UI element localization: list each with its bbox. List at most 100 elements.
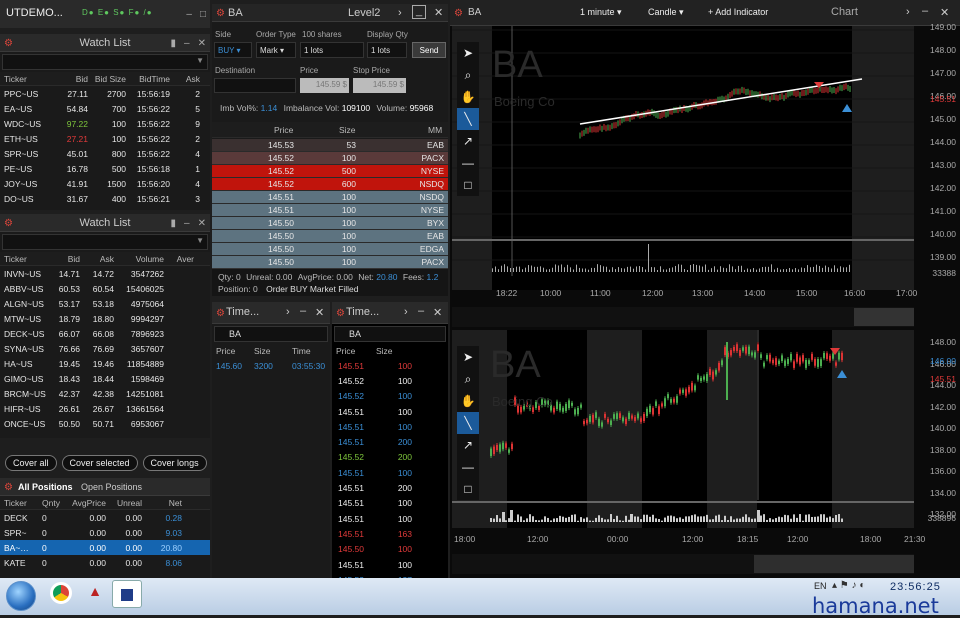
- watchlist-row[interactable]: PPC~US 27.11 2700 15:56:19 2: [0, 86, 210, 101]
- tray-icons[interactable]: ▴ ⚑ ♪ ◐: [832, 580, 865, 591]
- close-icon[interactable]: ✕: [434, 6, 443, 19]
- col-header[interactable]: Volume: [114, 254, 164, 264]
- pan-hand-icon[interactable]: ✋: [457, 390, 479, 412]
- windows-orb-icon[interactable]: [6, 581, 36, 611]
- lots-input[interactable]: 1 lots: [300, 42, 364, 58]
- gear-icon[interactable]: ⚙: [4, 214, 13, 232]
- rectangle-icon[interactable]: □: [457, 174, 479, 196]
- taskbar-trader-icon[interactable]: [112, 580, 142, 608]
- cursor-icon[interactable]: ➤: [457, 346, 479, 368]
- col-header[interactable]: Aver: [164, 254, 194, 264]
- minimize-icon[interactable]: _: [412, 5, 426, 19]
- language-indicator[interactable]: EN: [814, 581, 827, 591]
- col-header[interactable]: Bid: [44, 74, 88, 84]
- level2-row[interactable]: 145.51 100 NSDQ: [212, 191, 448, 204]
- link-icon[interactable]: ▮: [171, 218, 177, 229]
- ts-row[interactable]: 145.52 100: [332, 373, 448, 388]
- level2-row[interactable]: 145.52 100 PACX: [212, 152, 448, 165]
- ts-row[interactable]: 145.51 163: [332, 526, 448, 541]
- taskbar-chrome-icon[interactable]: [50, 582, 72, 604]
- ts-row[interactable]: 145.51 100: [332, 419, 448, 434]
- ts-row[interactable]: 145.50 100: [332, 542, 448, 557]
- ts-row[interactable]: 145.51 200: [332, 434, 448, 449]
- side-select[interactable]: BUY ▾: [214, 42, 252, 58]
- taskbar-app-icon[interactable]: ▲: [86, 583, 104, 601]
- watchlist-row[interactable]: ABBV~US 60.53 60.54 15406025: [0, 281, 210, 296]
- chart-expand-icon[interactable]: ›: [906, 6, 910, 18]
- level2-row[interactable]: 145.53 53 EAB: [212, 139, 448, 152]
- ts-row[interactable]: 145.51 200: [332, 480, 448, 495]
- navigator-handle[interactable]: [754, 555, 914, 573]
- ts-row[interactable]: 145.52 100: [332, 389, 448, 404]
- gear-icon[interactable]: ⚙: [4, 34, 13, 52]
- minimize-icon[interactable]: –: [922, 5, 928, 17]
- maximize-icon[interactable]: □: [200, 9, 206, 20]
- col-header[interactable]: Net: [142, 498, 182, 508]
- watchlist-row[interactable]: GIMO~US 18.43 18.44 1598469: [0, 371, 210, 386]
- watchlist-row[interactable]: DO~US 31.67 400 15:56:21 3: [0, 191, 210, 206]
- watchlist-row[interactable]: WDC~US 97.22 100 15:56:22 9: [0, 116, 210, 131]
- cover-selected-button[interactable]: Cover selected: [61, 455, 138, 471]
- watchlist-row[interactable]: SPR~US 45.01 800 15:56:22 4: [0, 146, 210, 161]
- price-input[interactable]: 145.59 $: [300, 78, 349, 93]
- col-header[interactable]: Qnty: [38, 498, 64, 508]
- chart-type[interactable]: Candle ▾: [648, 7, 684, 18]
- add-indicator-button[interactable]: + Add Indicator: [708, 7, 768, 17]
- clock[interactable]: 23:56:25: [890, 581, 941, 593]
- gear-icon[interactable]: ⚙: [216, 4, 225, 22]
- col-header[interactable]: Bid Size: [88, 74, 126, 84]
- minimize-icon[interactable]: –: [418, 305, 424, 317]
- zoom-icon[interactable]: ⌕: [457, 64, 479, 86]
- watchlist-row[interactable]: HIFR~US 26.61 26.67 13661564: [0, 401, 210, 416]
- col-header[interactable]: Size: [250, 346, 288, 356]
- watchlist-row[interactable]: BRCM~US 42.37 42.38 14251081: [0, 386, 210, 401]
- watchlist-row[interactable]: ONCE~US 50.50 50.71 6953067: [0, 416, 210, 431]
- hline-icon[interactable]: —: [457, 456, 479, 478]
- symbol-input[interactable]: ▼: [2, 54, 208, 70]
- position-row[interactable]: DECK 0 0.00 0.00 0.28: [0, 510, 210, 525]
- chart-symbol[interactable]: BA: [468, 7, 481, 18]
- trendline-icon[interactable]: ╲: [457, 412, 479, 434]
- ts-row[interactable]: 145.51 100: [332, 557, 448, 572]
- arrow-icon[interactable]: ↗: [457, 130, 479, 152]
- tab-open-positions[interactable]: Open Positions: [81, 482, 142, 492]
- send-button[interactable]: Send: [412, 42, 446, 58]
- ts-row[interactable]: 145.51 100: [332, 358, 448, 373]
- gear-icon[interactable]: ⚙: [4, 478, 13, 496]
- watchlist-row[interactable]: ALGN~US 53.17 53.18 4975064: [0, 296, 210, 311]
- col-header[interactable]: BidTime: [126, 74, 170, 84]
- level2-expand-icon[interactable]: ›: [398, 7, 402, 19]
- level2-symbol[interactable]: BA: [228, 7, 243, 19]
- watchlist-row[interactable]: EA~US 54.84 700 15:56:22 5: [0, 101, 210, 116]
- bottom-chart[interactable]: BA Boeing Co: [452, 330, 914, 528]
- watchlist-row[interactable]: JOY~US 41.91 1500 15:56:20 4: [0, 176, 210, 191]
- symbol-input[interactable]: ▼: [2, 234, 208, 250]
- level2-row[interactable]: 145.50 100 EDGA: [212, 243, 448, 256]
- watchlist-row[interactable]: DECK~US 66.07 66.08 7896923: [0, 326, 210, 341]
- level2-row[interactable]: 145.50 100 EAB: [212, 230, 448, 243]
- level2-row[interactable]: 145.51 100 NYSE: [212, 204, 448, 217]
- bottom-navigator[interactable]: [452, 554, 914, 574]
- watchlist-row[interactable]: MTW~US 18.79 18.80 9994297: [0, 311, 210, 326]
- ts-expand-icon[interactable]: ›: [404, 306, 408, 318]
- close-icon[interactable]: ✕: [433, 306, 442, 319]
- cover-longs-button[interactable]: Cover longs: [142, 455, 207, 471]
- trendline-icon[interactable]: ╲: [457, 108, 479, 130]
- link-icon[interactable]: ▮: [171, 38, 177, 49]
- col-header[interactable]: Ticker: [0, 74, 44, 84]
- minimize-icon[interactable]: –: [184, 218, 190, 229]
- col-header[interactable]: Price: [332, 346, 372, 356]
- close-icon[interactable]: ✕: [198, 38, 206, 49]
- watchlist-row[interactable]: INVN~US 14.71 14.72 3547262: [0, 266, 210, 281]
- rectangle-icon[interactable]: □: [457, 478, 479, 500]
- ts-row[interactable]: 145.52 200: [332, 450, 448, 465]
- position-row[interactable]: SPR~ 0 0.00 0.00 9.03: [0, 525, 210, 540]
- ts-row[interactable]: 145.60 3200 03:55:30: [212, 358, 330, 373]
- minimize-icon[interactable]: –: [186, 9, 192, 20]
- top-chart[interactable]: BA Boeing Co: [452, 26, 914, 290]
- ts-row[interactable]: 145.51 100: [332, 404, 448, 419]
- col-header[interactable]: Time: [288, 346, 326, 356]
- col-header[interactable]: Ticker: [0, 498, 38, 508]
- watchlist-row[interactable]: ETH~US 27.21 100 15:56:22 2: [0, 131, 210, 146]
- col-header[interactable]: Bid: [50, 254, 80, 264]
